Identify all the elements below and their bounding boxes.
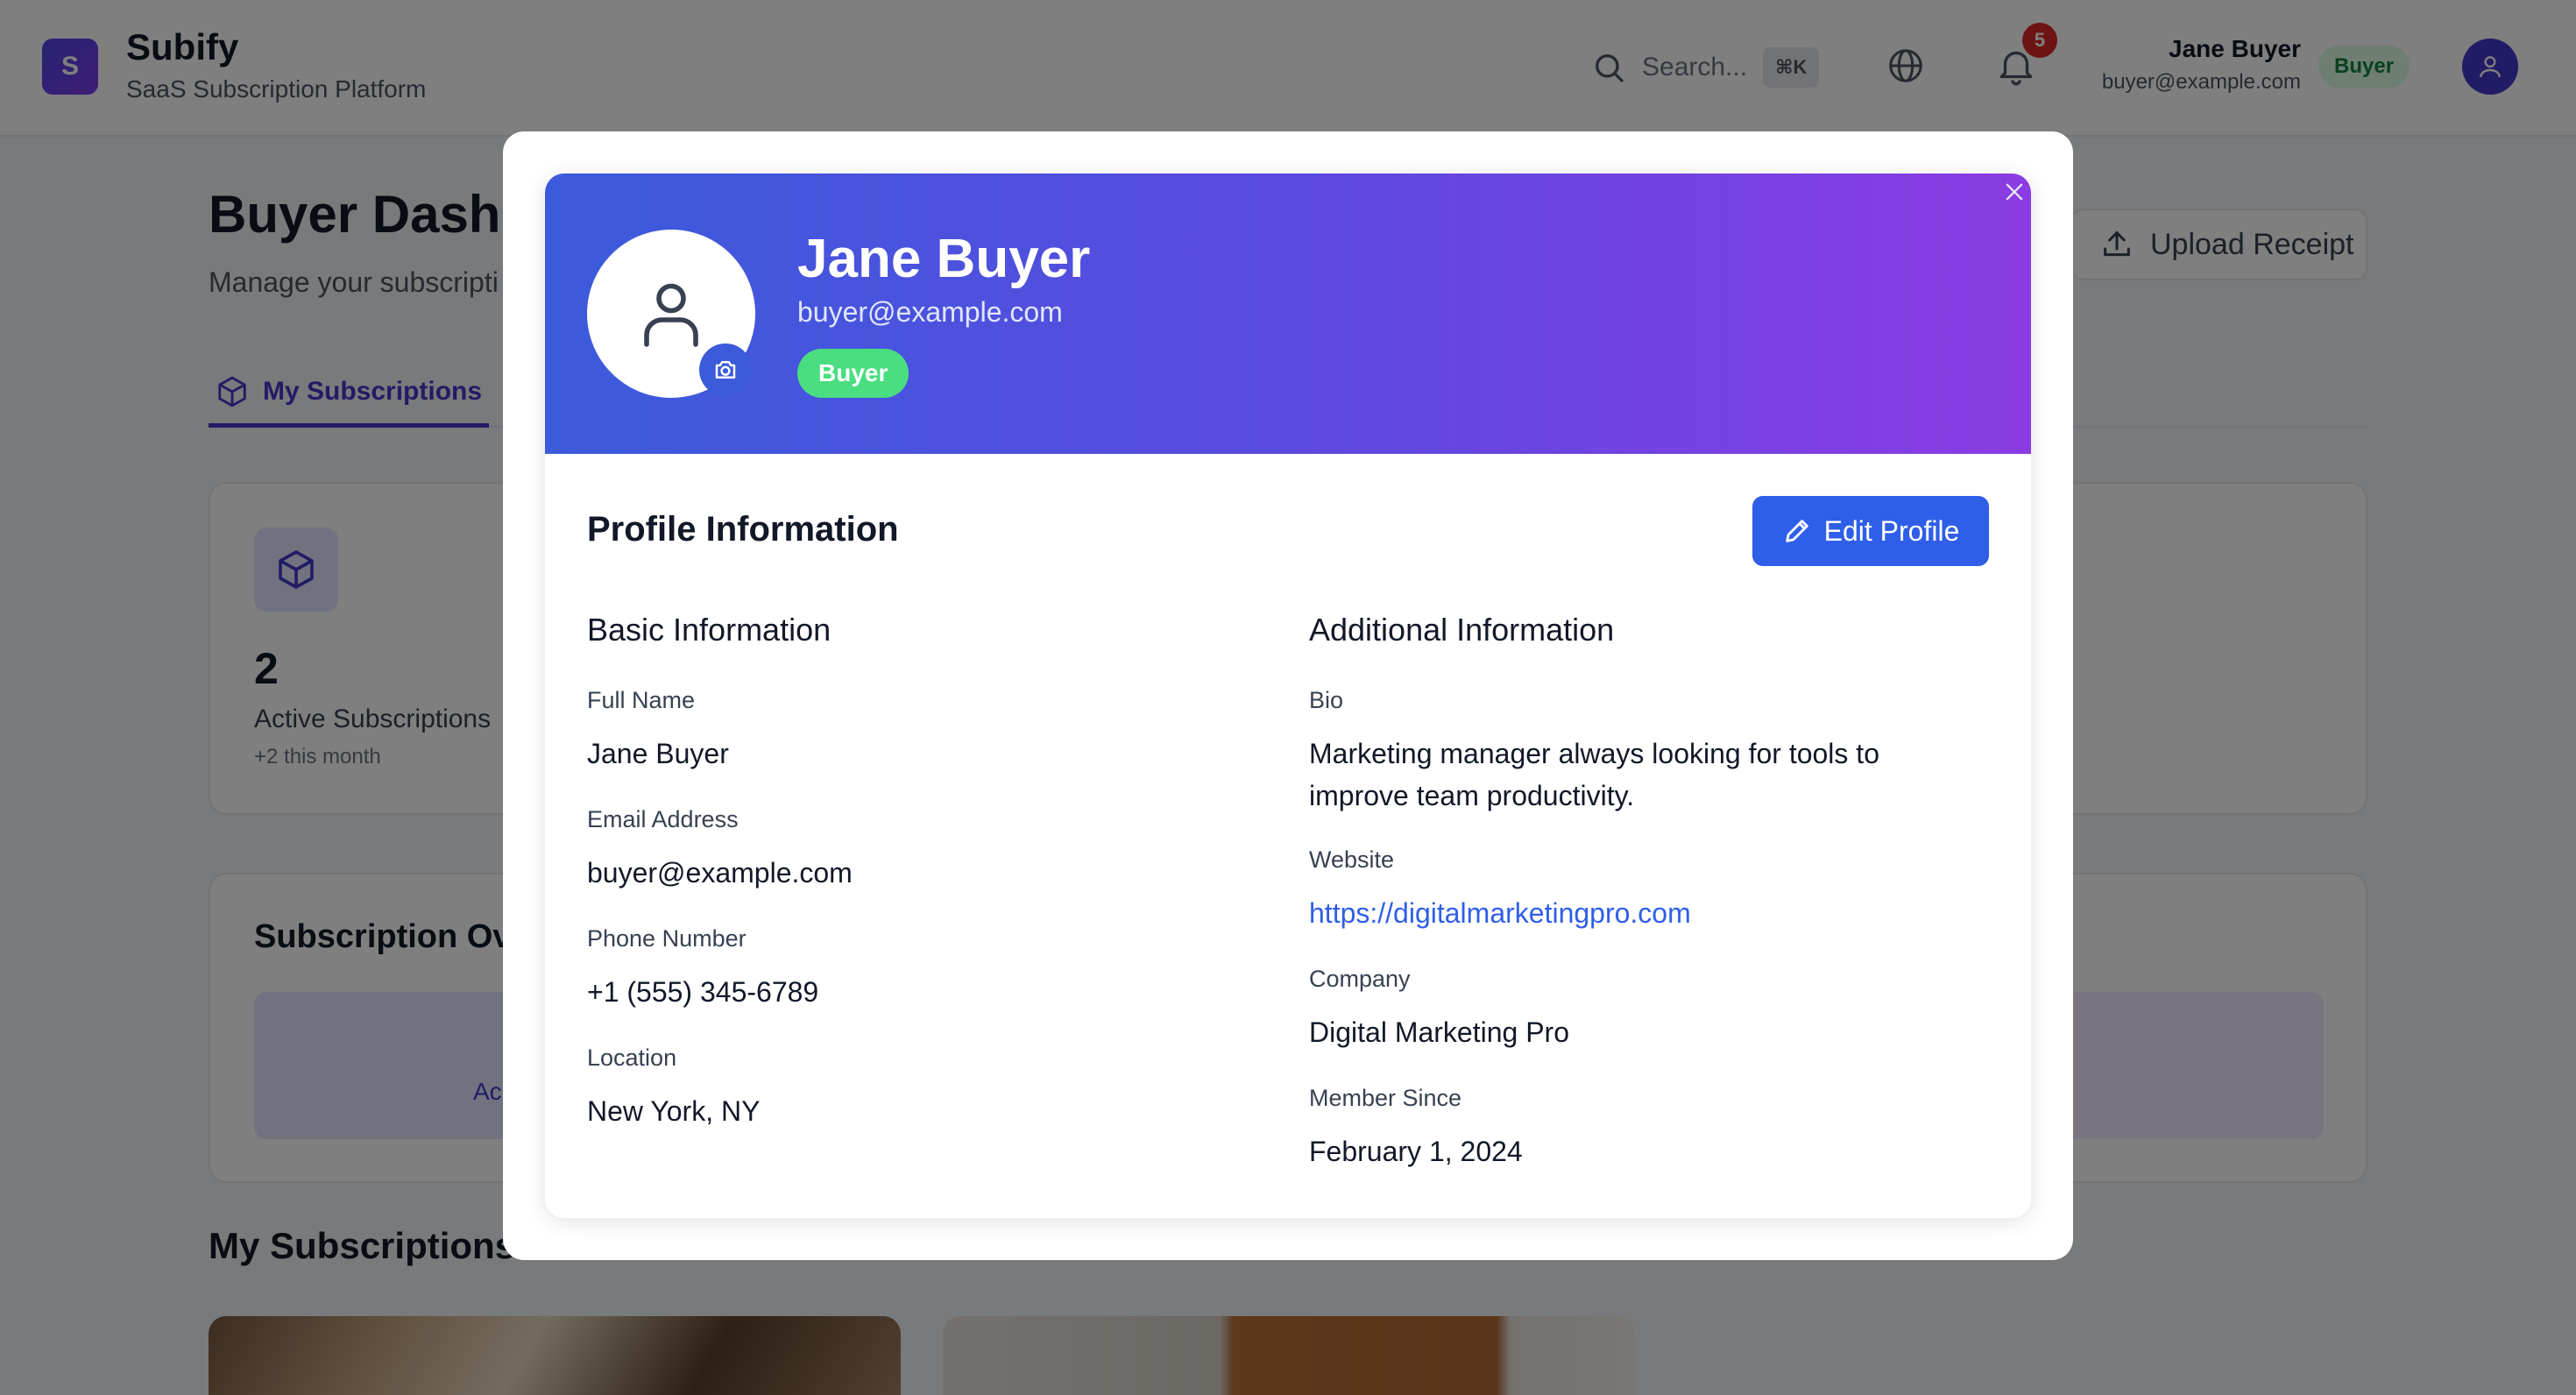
phone-value: +1 (555) 345-6789 [587,976,819,1008]
pencil-icon [1785,520,1808,542]
close-icon [2006,183,2023,201]
edit-profile-label: Edit Profile [1823,514,1960,547]
member-since-value: February 1, 2024 [1309,1136,1523,1167]
basic-info-title: Basic Information [587,612,832,648]
website-link[interactable]: https://digitalmarketingpro.com [1309,897,1691,930]
bio-label: Bio [1309,687,1344,713]
bio-value: Marketing manager always looking for too… [1309,738,1879,811]
website-label: Website [1309,846,1395,873]
location-value: New York, NY [587,1095,761,1127]
camera-icon [715,361,736,379]
phone-label: Phone Number [587,925,747,952]
edit-profile-button[interactable]: Edit Profile [1752,496,1989,566]
full-name-label: Full Name [587,687,696,713]
email-label: Email Address [587,806,739,832]
company-value: Digital Marketing Pro [1309,1016,1569,1048]
close-button[interactable] [1999,177,2029,207]
change-avatar-button[interactable] [699,343,752,396]
member-since-label: Member Since [1309,1085,1462,1111]
profile-section-title: Profile Information [587,510,899,549]
full-name-value: Jane Buyer [587,738,729,769]
location-label: Location [587,1044,677,1071]
profile-modal: Jane Buyer buyer@example.com Buyer Profi… [503,131,2073,1260]
profile-email: buyer@example.com [797,296,1063,328]
profile-role-badge: Buyer [797,349,909,398]
profile-card: Jane Buyer buyer@example.com Buyer Profi… [545,173,2031,1218]
profile-name: Jane Buyer [797,229,1091,289]
additional-info-title: Additional Information [1309,612,1615,648]
company-label: Company [1309,966,1411,992]
email-value: buyer@example.com [587,857,853,889]
profile-hero: Jane Buyer buyer@example.com Buyer [545,173,2031,454]
user-icon [644,283,698,347]
